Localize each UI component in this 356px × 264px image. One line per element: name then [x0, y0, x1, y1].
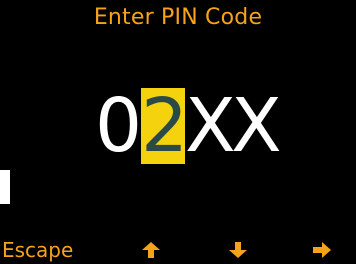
pin-code-display: 0 2 X X — [95, 88, 282, 164]
pin-digit-2-active[interactable]: 2 — [141, 88, 188, 164]
pin-digit-4[interactable]: X — [231, 88, 282, 164]
arrow-right-icon — [313, 242, 333, 258]
pin-entry-screen: Enter PIN Code 0 2 X X Escape — [0, 0, 356, 264]
right-button[interactable] — [313, 236, 333, 264]
arrow-up-icon — [142, 242, 162, 258]
down-button[interactable] — [229, 236, 249, 264]
edge-marker — [0, 170, 10, 204]
pin-digit-1[interactable]: 0 — [95, 88, 142, 164]
arrow-down-icon — [229, 242, 249, 258]
page-title: Enter PIN Code — [93, 5, 263, 30]
pin-digit-3[interactable]: X — [185, 88, 236, 164]
softkey-bar: Escape — [0, 236, 356, 264]
escape-button[interactable]: Escape — [2, 236, 73, 264]
up-button[interactable] — [142, 236, 162, 264]
